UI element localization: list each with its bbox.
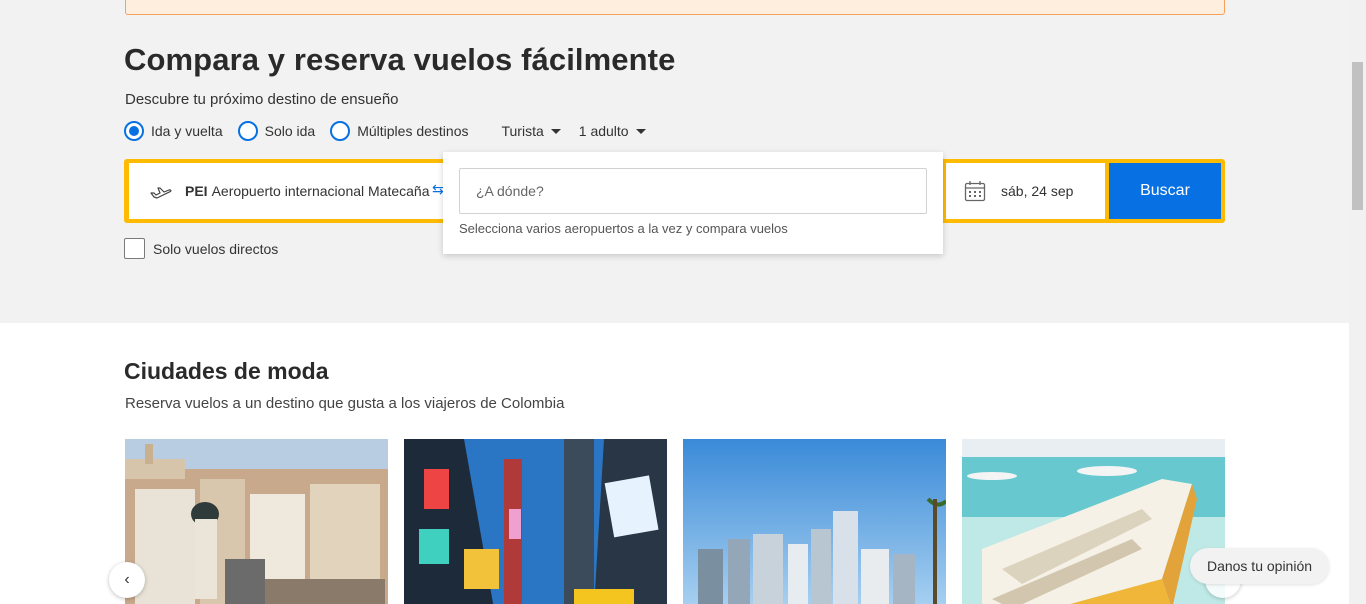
destination-input[interactable]	[459, 168, 927, 214]
direct-flights-label: Solo vuelos directos	[153, 240, 279, 257]
caret-down-icon	[635, 128, 646, 134]
radio-round-trip[interactable]: Ida y vuelta	[124, 121, 223, 141]
radio-unselected-icon	[330, 121, 351, 141]
city-card-3[interactable]	[683, 439, 946, 604]
radio-label: Solo ida	[264, 123, 316, 139]
destination-dropdown-panel: Selecciona varios aeropuertos a la vez y…	[443, 152, 943, 254]
city-card-2[interactable]	[404, 439, 667, 604]
swap-arrow-icon[interactable]: ⇆	[432, 181, 444, 198]
page-title: Compara y reserva vuelos fácilmente	[124, 42, 676, 77]
feedback-label: Danos tu opinión	[1206, 558, 1313, 574]
city-card-4[interactable]	[962, 439, 1225, 604]
trending-title: Ciudades de moda	[124, 358, 329, 384]
calendar-icon	[964, 181, 986, 202]
radio-one-way[interactable]: Solo ida	[237, 121, 316, 141]
radio-label: Múltiples destinos	[357, 123, 469, 139]
feedback-button[interactable]: Danos tu opinión	[1190, 548, 1329, 584]
chevron-left-icon: ‹	[124, 571, 130, 588]
origin-field[interactable]: PEI Aeropuerto internacional Matecaña	[129, 163, 444, 219]
notice-banner	[125, 0, 1225, 15]
radio-label: Ida y vuelta	[151, 123, 223, 139]
origin-code: PEI	[185, 183, 208, 199]
city-photo-image	[404, 439, 667, 604]
city-photo-image	[962, 439, 1225, 604]
direct-flights-checkbox[interactable]: Solo vuelos directos	[124, 238, 278, 259]
scrollbar-thumb[interactable]	[1352, 62, 1363, 210]
search-button[interactable]: Buscar	[1109, 163, 1221, 219]
radio-multi-city[interactable]: Múltiples destinos	[330, 121, 468, 141]
city-photo-image	[125, 439, 388, 604]
carousel-prev-button[interactable]: ‹	[109, 562, 145, 598]
trending-subtitle: Reserva vuelos a un destino que gusta a …	[125, 395, 565, 412]
cabin-class-value: Turista	[501, 123, 544, 139]
passengers-dropdown[interactable]: 1 adulto	[579, 123, 646, 139]
caret-down-icon	[550, 128, 561, 134]
checkbox-icon	[124, 238, 145, 259]
city-card-1[interactable]	[125, 439, 388, 604]
destination-hint: Selecciona varios aeropuertos a la vez y…	[459, 221, 788, 236]
trip-options: Ida y vuelta Solo ida Múltiples destinos…	[124, 120, 646, 142]
cabin-class-dropdown[interactable]: Turista	[501, 123, 561, 139]
page-subtitle: Descubre tu próximo destino de ensueño	[125, 91, 399, 108]
plane-icon	[150, 187, 172, 199]
city-photo-image	[683, 439, 946, 604]
date-field[interactable]: sáb, 24 sep	[946, 163, 1105, 219]
passengers-value: 1 adulto	[578, 123, 629, 139]
radio-unselected-icon	[237, 121, 258, 141]
radio-selected-icon	[124, 121, 144, 141]
origin-name: Aeropuerto internacional Matecaña	[211, 183, 430, 199]
date-value: sáb, 24 sep	[1001, 183, 1074, 199]
